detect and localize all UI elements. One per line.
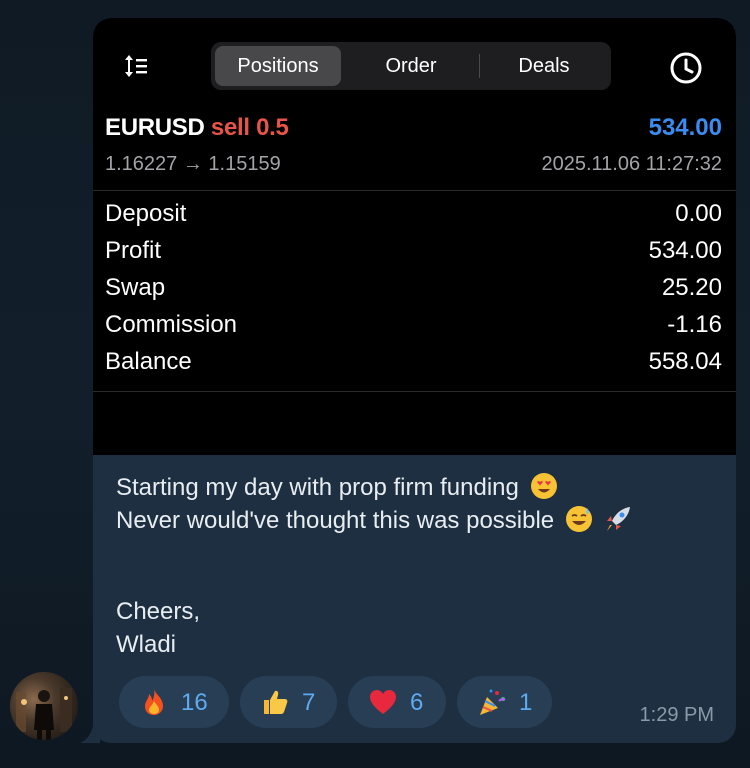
reaction-thumbs-up[interactable]: 7 [240,676,337,728]
message-line: Starting my day with prop firm funding [116,472,558,502]
summary-value: 534.00 [648,237,722,264]
deal-datetime: 2025.11.06 11:27:32 [541,153,722,175]
summary-value: 0.00 [675,200,722,227]
thumbs-up-icon [264,690,288,714]
tab-order[interactable]: Order [351,46,471,86]
message-text: Never would've thought this was possible [116,507,555,534]
summary-label: Swap [105,274,166,301]
sort-icon [125,55,147,77]
summary-value: -1.16 [667,311,722,338]
message-line: Wladi [116,631,177,658]
tab-deals[interactable]: Deals [483,46,605,86]
summary-label: Balance [105,348,192,375]
deal-symbol: EURUSD [105,114,205,141]
deal-type: sell 0.5 [210,114,289,141]
summary-row-deposit: Deposit 0.00 [105,200,722,234]
divider [93,190,736,191]
summary-row-profit: Profit 534.00 [105,237,722,271]
summary-value: 558.04 [648,348,722,375]
sender-avatar[interactable] [10,672,78,740]
summary-label: Commission [105,311,238,338]
rocket-icon [606,507,630,531]
tab-positions[interactable]: Positions [215,46,341,86]
tab-bar: Positions Order Deals [211,42,611,90]
reaction-count: 7 [302,689,316,716]
message-text: Starting my day with prop firm funding [116,474,519,501]
reaction-count: 16 [181,689,208,716]
heart-icon [370,690,396,714]
reaction-party-popper[interactable]: 1 [457,676,552,728]
summary-value: 25.20 [661,274,722,301]
deal-amount: 534.00 [648,114,722,141]
reaction-count: 1 [519,689,533,716]
summary-row-commission: Commission -1.16 [105,311,722,345]
heart-eyes-emoji-icon [530,473,557,499]
reaction-fire[interactable]: 16 [119,676,229,728]
summary-label: Profit [105,237,162,264]
message-line: Cheers, [116,598,201,625]
trade-screenshot[interactable]: Positions Order Deals EURUSD sell 0.5 53… [93,18,736,455]
divider [93,391,736,392]
message-bubble: Positions Order Deals EURUSD sell 0.5 53… [93,18,736,743]
message-line: Never would've thought this was possible [116,505,632,535]
sweat-smile-emoji-icon [565,506,592,532]
clock-icon[interactable] [669,51,703,85]
summary-row-swap: Swap 25.20 [105,274,722,308]
reaction-heart[interactable]: 6 [348,676,446,728]
party-popper-icon [480,689,506,715]
tab-divider [479,54,480,78]
summary-row-balance: Balance 558.04 [105,348,722,382]
avatar-photo [16,688,72,740]
deal-title: EURUSD sell 0.5 [105,114,289,142]
summary-label: Deposit [105,200,187,227]
message-time: 1:29 PM [639,704,714,726]
deal-prices: 1.16227 → 1.15159 [105,153,281,175]
fire-icon [145,689,163,715]
reaction-count: 6 [410,689,424,716]
